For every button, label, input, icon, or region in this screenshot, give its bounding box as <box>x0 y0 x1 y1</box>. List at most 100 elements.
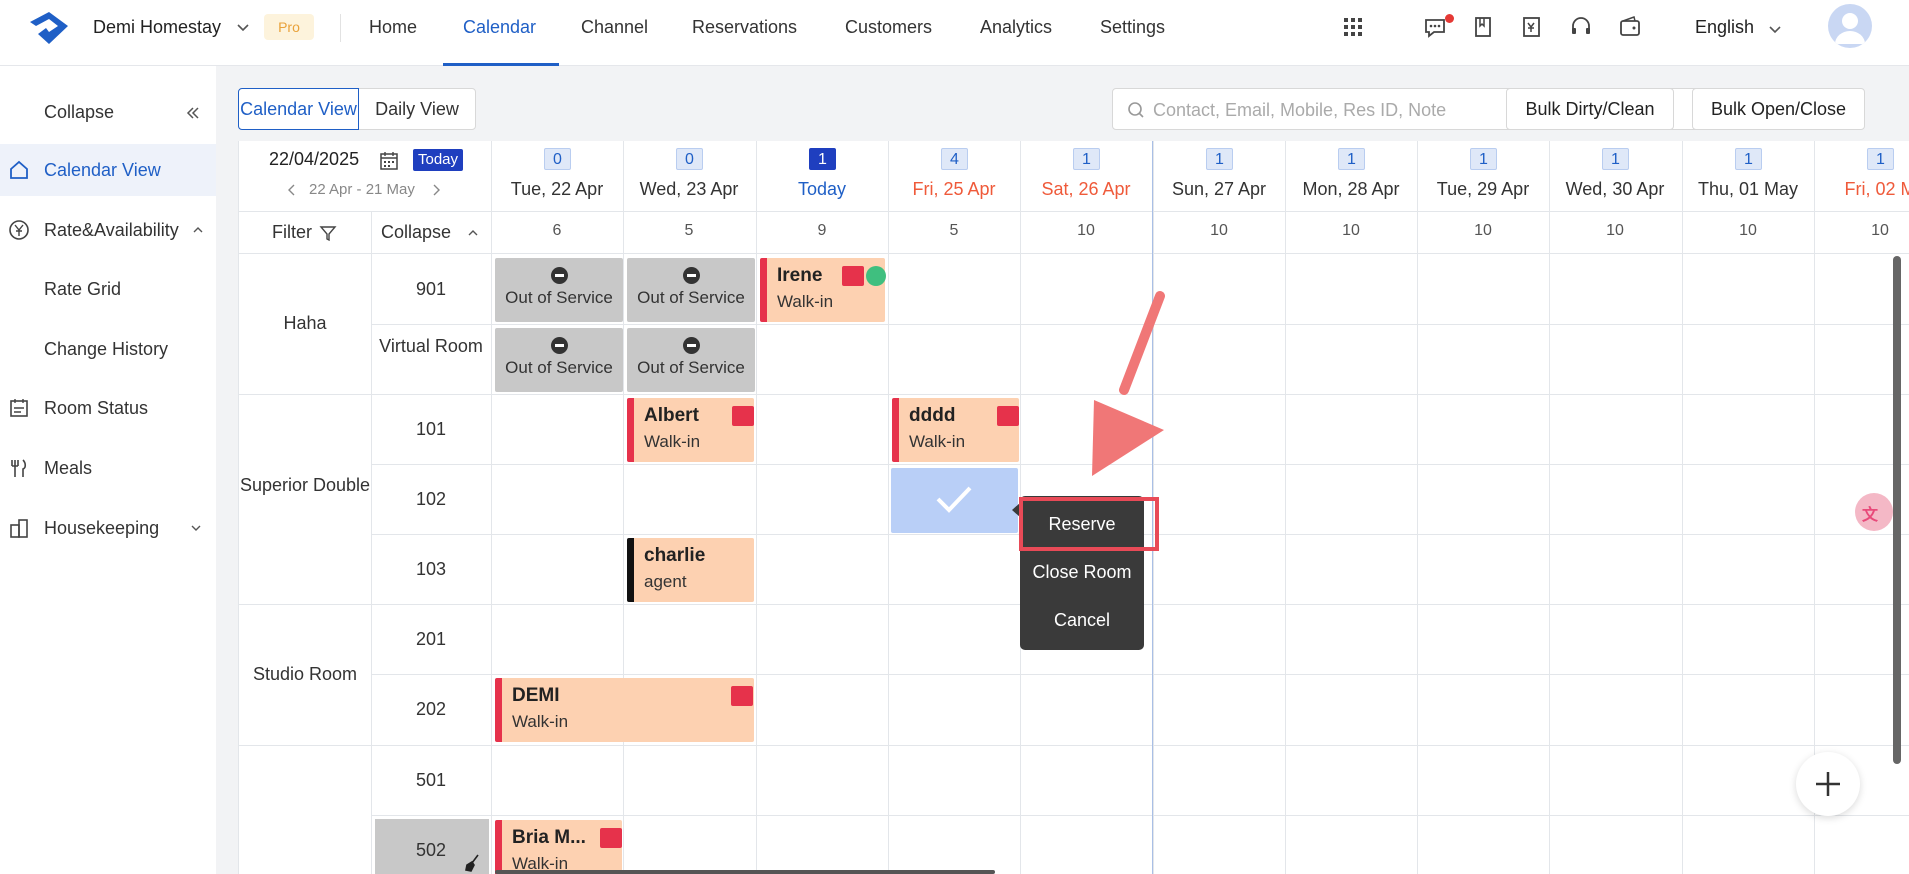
availability-badge: 1 <box>1206 148 1233 170</box>
double-chevron-left-icon[interactable] <box>186 106 200 120</box>
collapse-rooms-button[interactable]: Collapse <box>371 211 491 251</box>
availability-badge: 0 <box>544 148 571 170</box>
current-date[interactable]: 22/04/2025 <box>269 149 359 170</box>
availability-badge: 1 <box>1073 148 1100 170</box>
tab-calendar-view[interactable]: Calendar View <box>238 88 359 130</box>
column-date: Wed, 23 Apr <box>639 179 739 199</box>
minus-circle-icon <box>551 337 568 354</box>
annotation-arrow <box>1092 291 1165 476</box>
grid-line <box>371 815 1909 816</box>
booking-source: agent <box>644 572 687 591</box>
translate-button[interactable]: 文 <box>1855 493 1893 531</box>
column-date: Mon, 28 Apr <box>1302 179 1400 199</box>
reservation-block[interactable]: charlie agent <box>627 538 754 602</box>
nav-customers[interactable]: Customers <box>845 0 932 66</box>
sidebar-item-label: Rate Grid <box>44 279 122 299</box>
grid-line <box>371 674 1909 675</box>
sidebar-item-rate-grid[interactable]: Rate Grid <box>0 263 216 315</box>
reservation-block[interactable]: Irene Walk-in <box>760 258 886 322</box>
date-column-header: 4 Fri, 25 Apr <box>888 141 1020 211</box>
today-button[interactable]: Today <box>413 149 464 171</box>
chevron-down-icon[interactable] <box>1768 22 1782 36</box>
vertical-scrollbar[interactable] <box>1893 256 1901 764</box>
horizontal-scrollbar[interactable] <box>495 870 995 874</box>
collapse-label: Collapse <box>381 222 452 242</box>
calendar-icon[interactable] <box>379 151 399 171</box>
home-icon <box>10 160 28 179</box>
block-label: Out of Service <box>637 358 745 377</box>
pro-badge: Pro <box>264 14 314 40</box>
nav-analytics[interactable]: Analytics <box>980 0 1052 66</box>
car-icon <box>842 266 864 286</box>
column-date: Today <box>797 179 847 199</box>
booking-source: Walk-in <box>777 292 834 311</box>
sidebar-item-room-status[interactable]: Room Status <box>0 382 216 434</box>
nav-reservations[interactable]: Reservations <box>692 0 797 66</box>
room-type-label: Haha <box>283 313 327 333</box>
car-icon <box>600 828 622 848</box>
chevron-left-icon[interactable] <box>287 184 297 196</box>
grid-line <box>1549 141 1550 874</box>
top-bar: Demi Homestay Pro Home Calendar Channel … <box>0 0 1909 66</box>
selected-cell[interactable] <box>891 468 1018 533</box>
yen-circle-icon <box>9 220 29 240</box>
filter-icon <box>319 226 337 242</box>
brand-logo-icon[interactable] <box>24 8 74 48</box>
book-icon[interactable] <box>1470 14 1496 40</box>
reservation-block[interactable]: DEMI Walk-in <box>495 678 754 742</box>
available-count: 9 <box>817 222 827 239</box>
out-of-service-block[interactable]: Out of Service <box>627 328 755 392</box>
out-of-service-block[interactable]: Out of Service <box>627 258 755 322</box>
grid-line <box>239 394 1909 395</box>
wallet-icon[interactable] <box>1617 14 1643 40</box>
sidebar-item-calendar-view[interactable]: Calendar View <box>0 144 216 196</box>
language-selector[interactable]: English <box>1695 17 1754 38</box>
out-of-service-block[interactable]: Out of Service <box>495 328 623 392</box>
sidebar-item-label: Housekeeping <box>44 518 160 538</box>
sidebar-item-change-history[interactable]: Change History <box>0 323 216 375</box>
headset-icon[interactable] <box>1568 14 1594 40</box>
cancel-menu-item[interactable]: Cancel <box>1020 610 1144 631</box>
property-name[interactable]: Demi Homestay <box>93 17 221 38</box>
checkmark-icon <box>936 486 972 513</box>
date-column-header: 1 Mon, 28 Apr <box>1285 141 1417 211</box>
out-of-service-block[interactable]: Out of Service <box>495 258 623 322</box>
sidebar-collapse[interactable]: Collapse <box>0 86 216 138</box>
grid-line <box>239 253 1909 254</box>
bulk-open-close-button[interactable]: Bulk Open/Close <box>1692 88 1865 130</box>
booking-source: Walk-in <box>512 712 569 731</box>
chevron-right-icon[interactable] <box>431 184 441 196</box>
sidebar-item-housekeeping[interactable]: Housekeeping <box>0 502 216 554</box>
reservation-block[interactable]: Bria M... Walk-in <box>495 820 622 874</box>
reservation-block[interactable]: dddd Walk-in <box>892 398 1019 462</box>
bulk-dirty-clean-button[interactable]: Bulk Dirty/Clean <box>1506 88 1674 130</box>
room-type-spacer <box>239 474 371 475</box>
user-avatar[interactable] <box>1828 4 1872 48</box>
nav-channel[interactable]: Channel <box>581 0 648 66</box>
sidebar-item-rate-availability[interactable]: Rate&Availability <box>0 204 216 256</box>
block-label: Out of Service <box>505 288 613 307</box>
nav-settings[interactable]: Settings <box>1100 0 1165 66</box>
booking-source: Walk-in <box>909 432 966 451</box>
chevron-down-icon[interactable] <box>236 20 250 37</box>
sidebar-item-label: Calendar View <box>44 160 161 180</box>
car-icon <box>732 406 754 426</box>
block-label: Out of Service <box>505 358 613 377</box>
nav-calendar[interactable]: Calendar <box>463 0 536 66</box>
available-count: 5 <box>949 222 959 239</box>
invoice-icon[interactable] <box>1519 14 1545 40</box>
sidebar-item-label: Rate&Availability <box>44 220 179 240</box>
tab-daily-view[interactable]: Daily View <box>358 88 476 130</box>
close-room-menu-item[interactable]: Close Room <box>1020 562 1144 583</box>
column-date: Tue, 29 Apr <box>1436 179 1530 199</box>
add-floating-button[interactable] <box>1796 752 1860 816</box>
apps-grid-icon[interactable] <box>1340 14 1366 40</box>
sidebar-item-meals[interactable]: Meals <box>0 442 216 494</box>
column-date: Sun, 27 Apr <box>1171 179 1267 199</box>
reservation-block[interactable]: Albert Walk-in <box>627 398 754 462</box>
grid-line <box>239 211 1909 212</box>
grid-line <box>756 141 757 874</box>
filter-button[interactable]: Filter <box>239 211 371 251</box>
room-label: 502 <box>415 840 447 860</box>
nav-home[interactable]: Home <box>369 0 417 66</box>
